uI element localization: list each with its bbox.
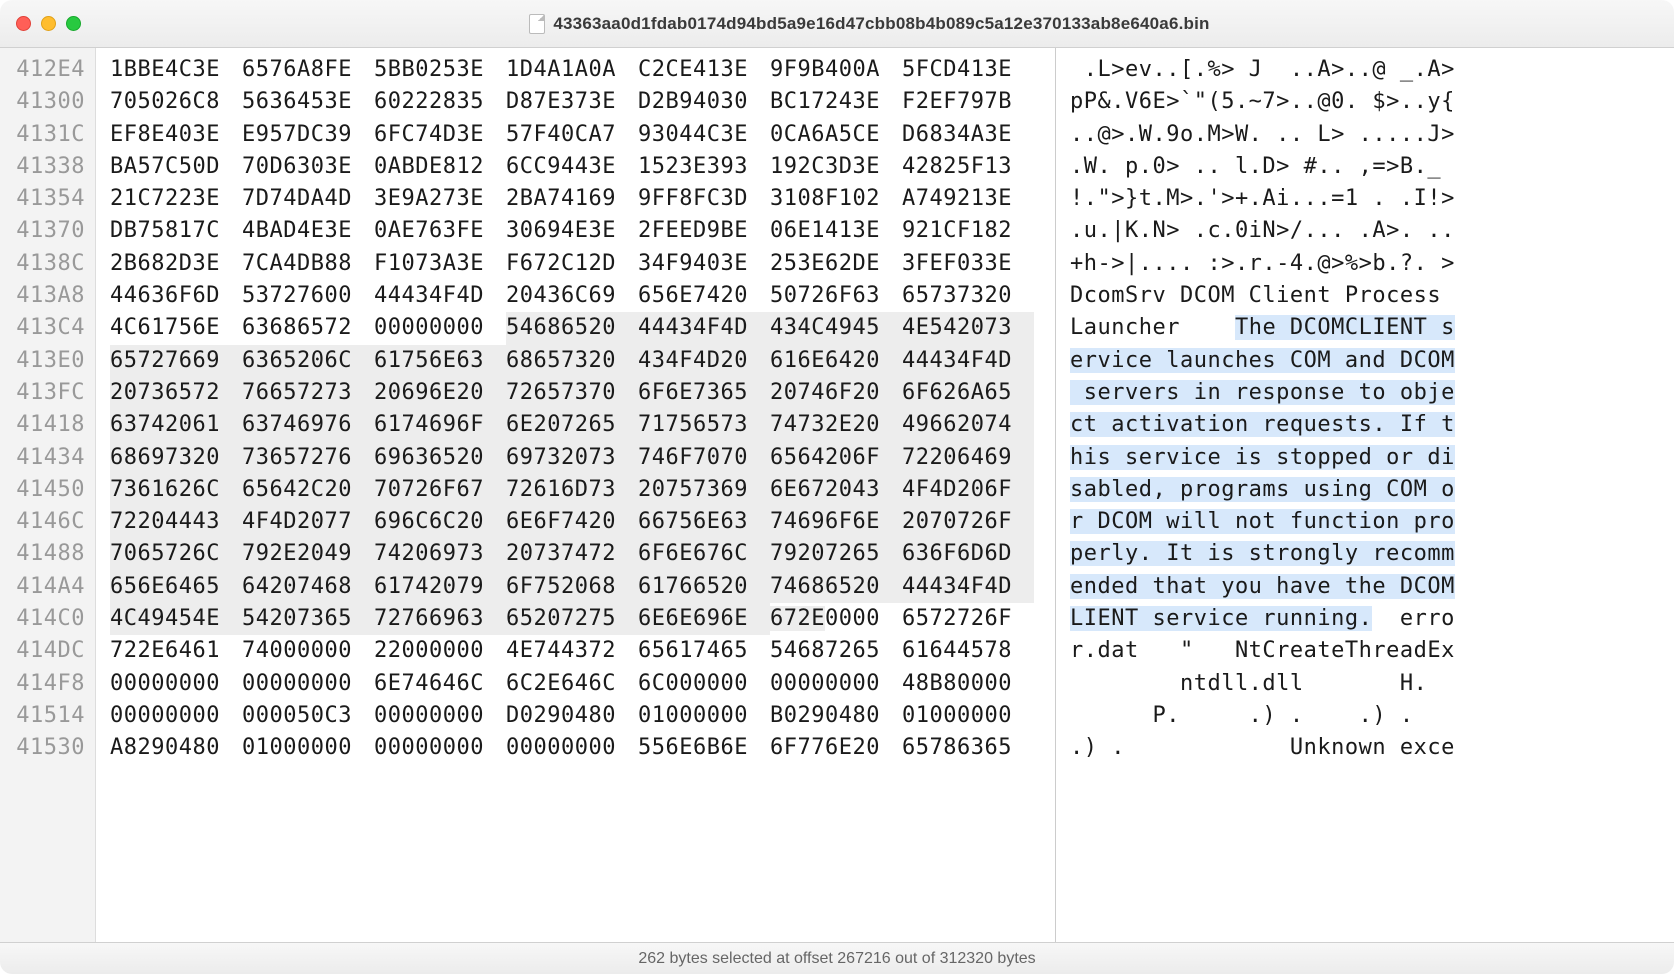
hex-column[interactable]: 1BBE4C3E6576A8FE5BB0253E1D4A1A0AC2CE413E… [96,48,1056,942]
ascii-row[interactable]: ..@>.W.9o.M>W. .. L> .....J> [1070,119,1674,151]
hex-row[interactable]: DB75817C4BAD4E3E0AE763FE30694E3E2FEED9BE… [110,215,1055,247]
ascii-row[interactable]: perly. It is strongly recomm [1070,538,1674,570]
hex-row[interactable]: 4C61756E63686572000000005468652044434F4D… [110,312,1055,344]
ascii-row[interactable]: servers in response to obje [1070,377,1674,409]
status-bar: 262 bytes selected at offset 267216 out … [0,942,1674,974]
status-text: 262 bytes selected at offset 267216 out … [638,950,1035,968]
offset-cell: 413A8 [0,280,85,312]
hex-row[interactable]: 63742061637469766174696F6E20726571756573… [110,409,1055,441]
window-controls [16,16,81,31]
ascii-row[interactable]: r DCOM will not function pro [1070,506,1674,538]
hex-row[interactable]: BA57C50D70D6303E0ABDE8126CC9443E1523E393… [110,151,1055,183]
window-title: 43363aa0d1fdab0174d94bd5a9e16d47cbb08b4b… [553,14,1209,34]
offset-cell: 41488 [0,538,85,570]
ascii-row[interactable]: Launcher The DCOMCLIENT s [1070,312,1674,344]
offset-cell: 414A4 [0,571,85,603]
hex-row[interactable]: A8290480010000000000000000000000556E6B6E… [110,732,1055,764]
hex-row[interactable]: 2B682D3E7CA4DB88F1073A3EF672C12D34F9403E… [110,248,1055,280]
ascii-column[interactable]: .L>ev..[.%> J ..A>..@ _.A>pP&.V6E>`"(5.~… [1056,48,1674,942]
offset-cell: 41338 [0,151,85,183]
offset-cell: 41450 [0,474,85,506]
offset-cell: 41418 [0,409,85,441]
ascii-row[interactable]: .u.|K.N> .c.0iN>/... .A>. .. [1070,215,1674,247]
offset-cell: 413C4 [0,312,85,344]
offset-cell: 41530 [0,732,85,764]
ascii-row[interactable]: DcomSrv DCOM Client Process [1070,280,1674,312]
ascii-row[interactable]: P. .) . .) . [1070,700,1674,732]
offset-cell: 41370 [0,215,85,247]
hex-row[interactable]: 4C49454E5420736572766963652072756E6E696E… [110,603,1055,635]
minimize-icon[interactable] [41,16,56,31]
offset-cell: 41300 [0,86,85,118]
zoom-icon[interactable] [66,16,81,31]
ascii-row[interactable]: pP&.V6E>`"(5.~7>..@0. $>..y{ [1070,86,1674,118]
ascii-row[interactable]: .W. p.0> .. l.D> #.. ,=>B._ [1070,151,1674,183]
hex-row[interactable]: 00000000000050C300000000D029048001000000… [110,700,1055,732]
ascii-row[interactable]: !.">}t.M>.'>+.Ai...=1 . .I!> [1070,183,1674,215]
offset-cell: 4146C [0,506,85,538]
close-icon[interactable] [16,16,31,31]
hex-row[interactable]: 21C7223E7D74DA4D3E9A273E2BA741699FF8FC3D… [110,183,1055,215]
offset-cell: 413E0 [0,345,85,377]
hex-row[interactable]: 44636F6D5372760044434F4D20436C69656E7420… [110,280,1055,312]
ascii-row[interactable]: ntdll.dll H. [1070,668,1674,700]
titlebar[interactable]: 43363aa0d1fdab0174d94bd5a9e16d47cbb08b4b… [0,0,1674,48]
hex-row[interactable]: 68697320736572766963652069732073746F7070… [110,442,1055,474]
hex-row[interactable]: 657276696365206C61756E6368657320434F4D20… [110,345,1055,377]
hex-row[interactable]: 00000000000000006E74646C6C2E646C6C000000… [110,668,1055,700]
offset-cell: 4138C [0,248,85,280]
hex-row[interactable]: 705026C85636453E60222835D87E373ED2B94030… [110,86,1055,118]
title-wrap: 43363aa0d1fdab0174d94bd5a9e16d47cbb08b4b… [81,14,1658,34]
ascii-row[interactable]: .) . Unknown exce [1070,732,1674,764]
hex-editor-content[interactable]: 412E4413004131C4133841354413704138C413A8… [0,48,1674,942]
offset-column: 412E4413004131C4133841354413704138C413A8… [0,48,96,942]
ascii-row[interactable]: +h->|.... :>.r.-4.@>%>b.?. > [1070,248,1674,280]
hex-row[interactable]: 7361626C65642C2070726F6772616D7320757369… [110,474,1055,506]
offset-cell: 414C0 [0,603,85,635]
ascii-row[interactable]: ended that you have the DCOM [1070,571,1674,603]
ascii-row[interactable]: ct activation requests. If t [1070,409,1674,441]
offset-cell: 412E4 [0,54,85,86]
document-icon [529,14,545,34]
offset-cell: 4131C [0,119,85,151]
ascii-row[interactable]: r.dat " NtCreateThreadEx [1070,635,1674,667]
offset-cell: 41354 [0,183,85,215]
ascii-row[interactable]: .L>ev..[.%> J ..A>..@ _.A> [1070,54,1674,86]
hex-row[interactable]: 722E646174000000220000004E74437265617465… [110,635,1055,667]
ascii-row[interactable]: LIENT service running. erro [1070,603,1674,635]
hex-row[interactable]: 207365727665727320696E20726573706F6E7365… [110,377,1055,409]
ascii-row[interactable]: his service is stopped or di [1070,442,1674,474]
hex-row[interactable]: 656E646564207468617420796F75206861766520… [110,571,1055,603]
hex-row[interactable]: 1BBE4C3E6576A8FE5BB0253E1D4A1A0AC2CE413E… [110,54,1055,86]
hex-row[interactable]: EF8E403EE957DC396FC74D3E57F40CA793044C3E… [110,119,1055,151]
hex-row[interactable]: 722044434F4D2077696C6C206E6F742066756E63… [110,506,1055,538]
offset-cell: 41514 [0,700,85,732]
hex-row[interactable]: 7065726C792E204974206973207374726F6E676C… [110,538,1055,570]
ascii-row[interactable]: ervice launches COM and DCOM [1070,345,1674,377]
offset-cell: 414DC [0,635,85,667]
ascii-row[interactable]: sabled, programs using COM o [1070,474,1674,506]
offset-cell: 414F8 [0,668,85,700]
offset-cell: 41434 [0,442,85,474]
offset-cell: 413FC [0,377,85,409]
